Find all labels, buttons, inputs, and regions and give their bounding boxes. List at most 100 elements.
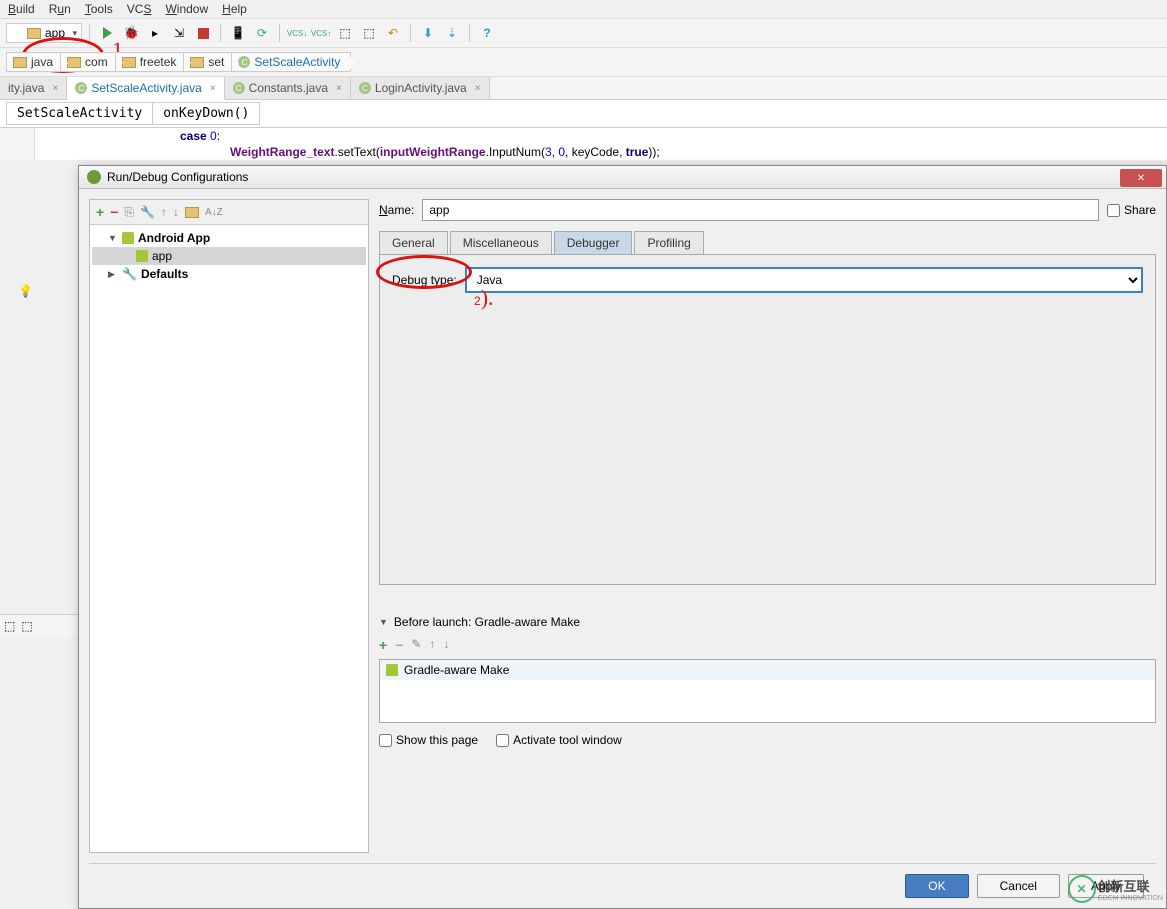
crumb-class-name[interactable]: SetScaleActivity bbox=[6, 102, 153, 125]
sort-button[interactable]: A↓Z bbox=[205, 207, 223, 218]
main-toolbar: app 🐞 ▸ ⇲ 📱 ⟳ VCS↓ VCS↑ ⬚ ⬚ ↶ ⬇ ⇣ ? 1 bbox=[0, 19, 1167, 48]
edit-defaults-button[interactable]: 🔧 bbox=[140, 205, 155, 219]
folder-icon bbox=[67, 57, 81, 68]
config-detail-panel: Name: Share General Miscellaneous Debugg… bbox=[379, 199, 1156, 853]
config-name-input[interactable] bbox=[422, 199, 1099, 221]
bl-item-gradle[interactable]: Gradle-aware Make bbox=[380, 660, 1155, 680]
show-this-page-checkbox[interactable] bbox=[379, 734, 392, 747]
vcs-update-button[interactable]: VCS↓ bbox=[287, 23, 307, 43]
share-checkbox[interactable] bbox=[1107, 204, 1120, 217]
cancel-button[interactable]: Cancel bbox=[977, 874, 1060, 898]
tb-btn-1[interactable]: ⬚ bbox=[335, 23, 355, 43]
tab-debugger[interactable]: Debugger bbox=[554, 231, 633, 254]
run-config-label: app bbox=[45, 26, 65, 40]
attach-debugger-button[interactable]: ⇲ bbox=[169, 23, 189, 43]
ok-button[interactable]: OK bbox=[905, 874, 968, 898]
debugger-tab-body: Debug type: Java 2). bbox=[379, 255, 1156, 585]
run-config-selector[interactable]: app bbox=[6, 23, 82, 43]
move-down-button[interactable]: ↓ bbox=[173, 205, 179, 219]
tab-setscaleactivity[interactable]: CSetScaleActivity.java× bbox=[67, 77, 224, 100]
folder-icon bbox=[27, 28, 41, 39]
folder-icon bbox=[122, 57, 136, 68]
tab-general[interactable]: General bbox=[379, 231, 448, 254]
config-tabs: General Miscellaneous Debugger Profiling bbox=[379, 231, 1156, 255]
tab-ity[interactable]: ity.java× bbox=[0, 77, 67, 99]
bl-edit-button[interactable]: ✎ bbox=[411, 637, 421, 653]
vcs-commit-button[interactable]: VCS↑ bbox=[311, 23, 331, 43]
help-button[interactable]: ? bbox=[477, 23, 497, 43]
activate-tool-checkbox[interactable] bbox=[496, 734, 509, 747]
bl-add-button[interactable]: + bbox=[379, 637, 387, 653]
collapse-icon[interactable]: ▼ bbox=[379, 617, 388, 627]
crumb-class[interactable]: CSetScaleActivity bbox=[231, 52, 351, 72]
dialog-footer: OK Cancel Apply bbox=[89, 863, 1156, 898]
menu-tools[interactable]: Tools bbox=[85, 2, 113, 16]
before-launch-list[interactable]: Gradle-aware Make bbox=[379, 659, 1156, 723]
bl-remove-button[interactable]: − bbox=[395, 637, 403, 653]
wrench-icon: 🔧 bbox=[122, 267, 137, 281]
config-tree[interactable]: ▼ Android App app ▶ 🔧 Defaults bbox=[90, 225, 368, 852]
tb-btn-2[interactable]: ⬚ bbox=[359, 23, 379, 43]
sync-button[interactable]: ⟳ bbox=[252, 23, 272, 43]
menu-help[interactable]: Help bbox=[222, 2, 247, 16]
close-icon[interactable]: × bbox=[210, 83, 216, 94]
menu-window[interactable]: Window bbox=[165, 2, 208, 16]
before-launch-label: Before launch: Gradle-aware Make bbox=[394, 615, 580, 629]
crumb-java[interactable]: java bbox=[6, 52, 64, 72]
tab-constants[interactable]: CConstants.java× bbox=[225, 77, 351, 99]
before-launch-toolbar: + − ✎ ↑ ↓ bbox=[379, 635, 1156, 659]
class-icon: C bbox=[75, 82, 87, 94]
tb-btn-3[interactable]: ⇣ bbox=[442, 23, 462, 43]
android-icon bbox=[136, 250, 148, 262]
expand-icon[interactable]: ▶ bbox=[108, 269, 118, 280]
menu-vcs[interactable]: VCS bbox=[127, 2, 152, 16]
editor-tabs: ity.java× CSetScaleActivity.java× CConst… bbox=[0, 77, 1167, 100]
show-this-page-label[interactable]: Show this page bbox=[379, 733, 478, 747]
favorites-icon[interactable]: ⬚ bbox=[21, 619, 32, 633]
play-icon bbox=[103, 27, 112, 39]
tree-item-app[interactable]: app bbox=[92, 247, 366, 265]
avd-button[interactable]: 📱 bbox=[228, 23, 248, 43]
run-button[interactable] bbox=[97, 23, 117, 43]
tab-miscellaneous[interactable]: Miscellaneous bbox=[450, 231, 552, 254]
tab-loginactivity[interactable]: CLoginActivity.java× bbox=[351, 77, 490, 99]
folder-button[interactable] bbox=[185, 207, 199, 218]
android-icon bbox=[386, 664, 398, 676]
crumb-freetek[interactable]: freetek bbox=[115, 52, 188, 72]
gutter bbox=[0, 128, 35, 160]
expand-icon[interactable]: ▼ bbox=[108, 233, 118, 243]
close-icon[interactable]: × bbox=[336, 83, 342, 94]
dialog-titlebar: Run/Debug Configurations ✕ bbox=[79, 166, 1166, 189]
debug-type-select[interactable]: Java bbox=[465, 267, 1143, 293]
folder-icon bbox=[13, 57, 27, 68]
tb-undo-button[interactable]: ↶ bbox=[383, 23, 403, 43]
tab-profiling[interactable]: Profiling bbox=[634, 231, 703, 254]
menu-build[interactable]: BBuilduild bbox=[8, 2, 35, 16]
crumb-com[interactable]: com bbox=[60, 52, 119, 72]
share-checkbox-label[interactable]: Share bbox=[1107, 203, 1156, 217]
before-launch-section: ▼ Before launch: Gradle-aware Make + − ✎… bbox=[379, 615, 1156, 747]
sdk-manager-button[interactable]: ⬇ bbox=[418, 23, 438, 43]
structure-icon[interactable]: ⬚ bbox=[4, 619, 15, 633]
stop-button[interactable] bbox=[193, 23, 213, 43]
tree-android-app[interactable]: ▼ Android App bbox=[92, 229, 366, 247]
copy-config-button[interactable]: ⎘ bbox=[124, 205, 134, 220]
activate-tool-label[interactable]: Activate tool window bbox=[496, 733, 622, 747]
close-icon[interactable]: × bbox=[52, 83, 58, 94]
dialog-close-button[interactable]: ✕ bbox=[1120, 169, 1162, 187]
move-up-button[interactable]: ↑ bbox=[161, 205, 167, 219]
code-editor[interactable]: case 0: WeightRange_text.setText(inputWe… bbox=[0, 128, 1167, 160]
tree-defaults[interactable]: ▶ 🔧 Defaults bbox=[92, 265, 366, 283]
bl-up-button[interactable]: ↑ bbox=[429, 637, 435, 653]
remove-config-button[interactable]: − bbox=[110, 204, 118, 220]
close-icon[interactable]: × bbox=[475, 83, 481, 94]
crumb-method-name[interactable]: onKeyDown() bbox=[153, 102, 260, 125]
bl-down-button[interactable]: ↓ bbox=[443, 637, 449, 653]
code-breadcrumb: SetScaleActivity onKeyDown() bbox=[0, 100, 1167, 128]
app-icon bbox=[87, 170, 101, 184]
run-coverage-button[interactable]: ▸ bbox=[145, 23, 165, 43]
debug-button[interactable]: 🐞 bbox=[121, 23, 141, 43]
bulb-icon[interactable]: 💡 bbox=[18, 284, 33, 298]
menu-run[interactable]: Run bbox=[49, 2, 71, 16]
add-config-button[interactable]: + bbox=[96, 204, 104, 220]
